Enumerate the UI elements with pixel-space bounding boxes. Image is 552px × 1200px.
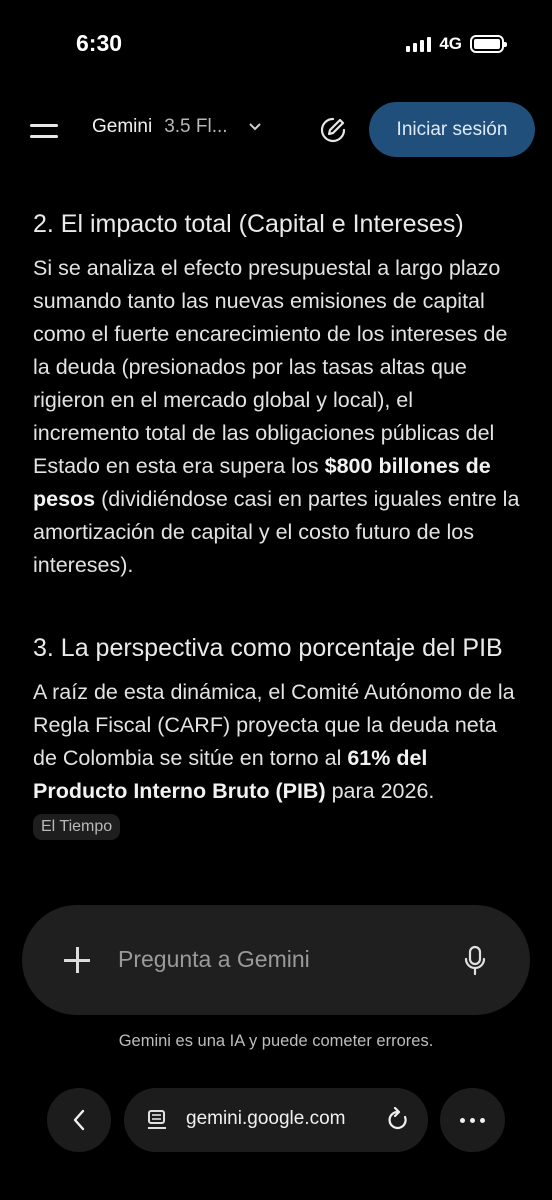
menu-icon[interactable] xyxy=(30,118,58,142)
network-type: 4G xyxy=(439,34,462,53)
section-paragraph-impact: Si se analiza el efecto presupuestal a l… xyxy=(33,252,523,582)
back-arrow-icon xyxy=(73,1109,85,1131)
chevron-down-icon xyxy=(248,123,261,131)
battery-icon xyxy=(470,35,507,53)
status-time: 6:30 xyxy=(76,30,123,56)
prompt-bar xyxy=(22,905,530,1015)
plus-icon[interactable] xyxy=(62,945,92,975)
back-button[interactable] xyxy=(47,1088,111,1152)
more-icon[interactable] xyxy=(440,1088,505,1152)
signin-button[interactable]: Iniciar sesión xyxy=(369,102,535,157)
url-text: gemini.google.com xyxy=(186,1108,346,1129)
disclaimer: Gemini es una IA y puede cometer errores… xyxy=(118,1032,434,1050)
paragraph-text: (dividiéndose casi en partes iguales ent… xyxy=(33,487,520,577)
paragraph-text: Si se analiza el efecto presupuestal a l… xyxy=(33,256,508,478)
status-indicators: 4G xyxy=(406,34,507,54)
status-bar: 6:30 4G xyxy=(0,0,552,92)
response-content: 2. El impacto total (Capital e Intereses… xyxy=(33,208,523,840)
model-selector[interactable]: Gemini 3.5 Fl... xyxy=(92,116,262,138)
signal-icon xyxy=(406,36,432,52)
section-heading-gdp: 3. La perspectiva como porcentaje del PI… xyxy=(33,634,503,662)
model-name: Gemini xyxy=(92,116,153,137)
browser-bar: gemini.google.com xyxy=(0,1088,552,1152)
reload-icon[interactable] xyxy=(386,1107,410,1133)
microphone-icon[interactable] xyxy=(462,945,488,977)
paragraph-text: para 2026. xyxy=(325,779,435,803)
section-heading-impact: 2. El impacto total (Capital e Intereses… xyxy=(33,210,464,238)
section-paragraph-gdp: A raíz de esta dinámica, el Comité Autón… xyxy=(33,676,523,808)
page-icon xyxy=(148,1110,166,1129)
new-chat-icon[interactable] xyxy=(318,115,348,145)
prompt-input[interactable] xyxy=(118,939,438,979)
source-chip[interactable]: El Tiempo xyxy=(33,814,121,840)
paragraph-text: A raíz de esta dinámica, el Comité Autón… xyxy=(33,680,515,770)
url-bar[interactable]: gemini.google.com xyxy=(124,1088,428,1152)
app-header: Gemini 3.5 Fl... Iniciar sesión xyxy=(0,100,552,160)
model-version: 3.5 Fl... xyxy=(164,116,228,137)
